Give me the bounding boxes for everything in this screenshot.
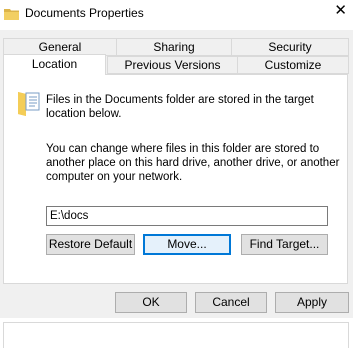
- info-text-line-1: Files in the Documents folder are stored…: [46, 94, 314, 106]
- description-line-3: computer on your network.: [46, 171, 183, 183]
- move-button[interactable]: Move...: [143, 234, 231, 255]
- tab-security[interactable]: Security: [231, 38, 349, 56]
- documents-folder-icon: [17, 88, 41, 119]
- restore-default-button[interactable]: Restore Default: [46, 234, 135, 255]
- tab-label: Location: [31, 57, 78, 71]
- description-line-2: another place on this hard drive, anothe…: [46, 157, 340, 169]
- ok-button[interactable]: OK: [115, 292, 187, 313]
- tab-label: Sharing: [153, 40, 195, 54]
- tab-label: Customize: [264, 58, 322, 72]
- tab-previous-versions[interactable]: Previous Versions: [107, 56, 238, 74]
- tab-customize[interactable]: Customize: [237, 56, 349, 74]
- tab-location[interactable]: Location: [3, 54, 106, 75]
- cancel-button[interactable]: Cancel: [195, 292, 267, 313]
- tab-label: Previous Versions: [124, 58, 221, 72]
- window-title: Documents Properties: [25, 6, 144, 20]
- title-bar: Documents Properties ✕: [0, 0, 353, 30]
- apply-button[interactable]: Apply: [275, 292, 349, 313]
- target-path-input[interactable]: [46, 206, 328, 226]
- close-button[interactable]: ✕: [331, 0, 353, 24]
- tab-sharing[interactable]: Sharing: [116, 38, 232, 56]
- description-line-1: You can change where files in this folde…: [46, 143, 320, 155]
- find-target-button[interactable]: Find Target...: [241, 234, 328, 255]
- folder-icon: [4, 7, 20, 24]
- tab-label: General: [38, 40, 82, 54]
- close-icon: ✕: [334, 2, 347, 19]
- bottom-panel: [3, 322, 349, 348]
- info-text-line-2: location below.: [46, 108, 122, 120]
- tab-label: Security: [268, 40, 312, 54]
